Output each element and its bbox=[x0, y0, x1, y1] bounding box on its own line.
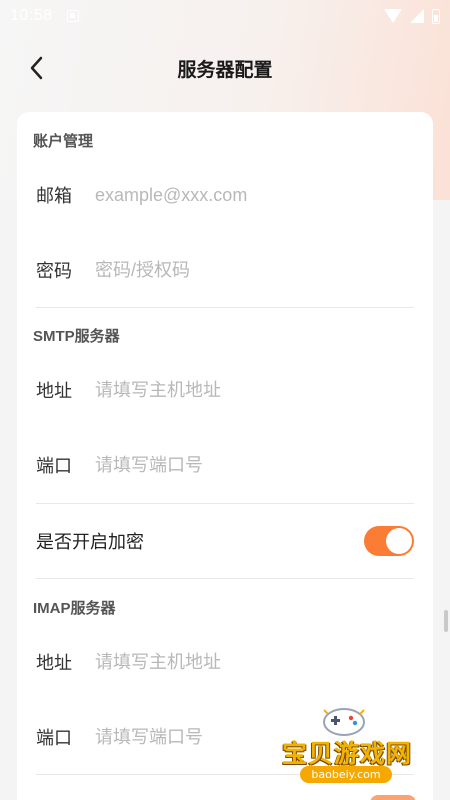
chevron-left-icon bbox=[30, 56, 43, 80]
section-title-imap: IMAP服务器 bbox=[33, 600, 116, 617]
imap-address-field[interactable] bbox=[95, 651, 385, 673]
password-label: 密码 bbox=[36, 261, 72, 281]
smtp-address-label: 地址 bbox=[36, 381, 72, 401]
settings-card: 账户管理 邮箱 密码 SMTP服务器 地址 端口 是否开启加密 IMAP服务器 … bbox=[17, 112, 433, 800]
divider bbox=[36, 307, 414, 308]
wifi-icon bbox=[384, 9, 402, 23]
scrollbar[interactable] bbox=[444, 610, 448, 632]
imap-address-row: 地址 bbox=[17, 632, 433, 692]
divider bbox=[36, 503, 414, 504]
status-time: 10:58 bbox=[10, 7, 53, 24]
password-field[interactable] bbox=[95, 259, 385, 281]
encryption-label: 是否开启加密 bbox=[36, 532, 144, 552]
password-row: 密码 bbox=[17, 240, 433, 300]
section-title-smtp: SMTP服务器 bbox=[33, 328, 120, 345]
status-bar: 10:58 bbox=[0, 0, 450, 32]
nav-bar: 服务器配置 bbox=[0, 40, 450, 96]
smtp-port-field[interactable] bbox=[95, 454, 385, 476]
page-title: 服务器配置 bbox=[177, 59, 273, 81]
gamepad-icon bbox=[323, 708, 365, 736]
email-label: 邮箱 bbox=[36, 186, 72, 206]
status-icons bbox=[384, 8, 440, 24]
email-field[interactable] bbox=[95, 184, 385, 206]
divider bbox=[36, 578, 414, 579]
back-button[interactable] bbox=[22, 54, 50, 82]
smtp-port-row: 端口 bbox=[17, 435, 433, 495]
encryption-toggle[interactable] bbox=[364, 526, 414, 556]
email-row: 邮箱 bbox=[17, 165, 433, 225]
signal-icon bbox=[410, 9, 424, 23]
battery-icon bbox=[432, 8, 440, 24]
section-title-account: 账户管理 bbox=[33, 133, 94, 150]
watermark-logo: 宝贝游戏网 baobeiy.com bbox=[276, 700, 416, 800]
imap-address-label: 地址 bbox=[36, 653, 72, 673]
smtp-address-field[interactable] bbox=[95, 379, 385, 401]
imap-port-label: 端口 bbox=[36, 728, 72, 748]
watermark-url: baobeiy.com bbox=[300, 766, 392, 783]
smtp-port-label: 端口 bbox=[36, 456, 72, 476]
encryption-row: 是否开启加密 bbox=[17, 511, 433, 571]
smtp-address-row: 地址 bbox=[17, 360, 433, 420]
watermark-text: 宝贝游戏网 bbox=[282, 739, 413, 768]
toggle-knob bbox=[386, 528, 412, 554]
notification-icon bbox=[66, 10, 79, 22]
